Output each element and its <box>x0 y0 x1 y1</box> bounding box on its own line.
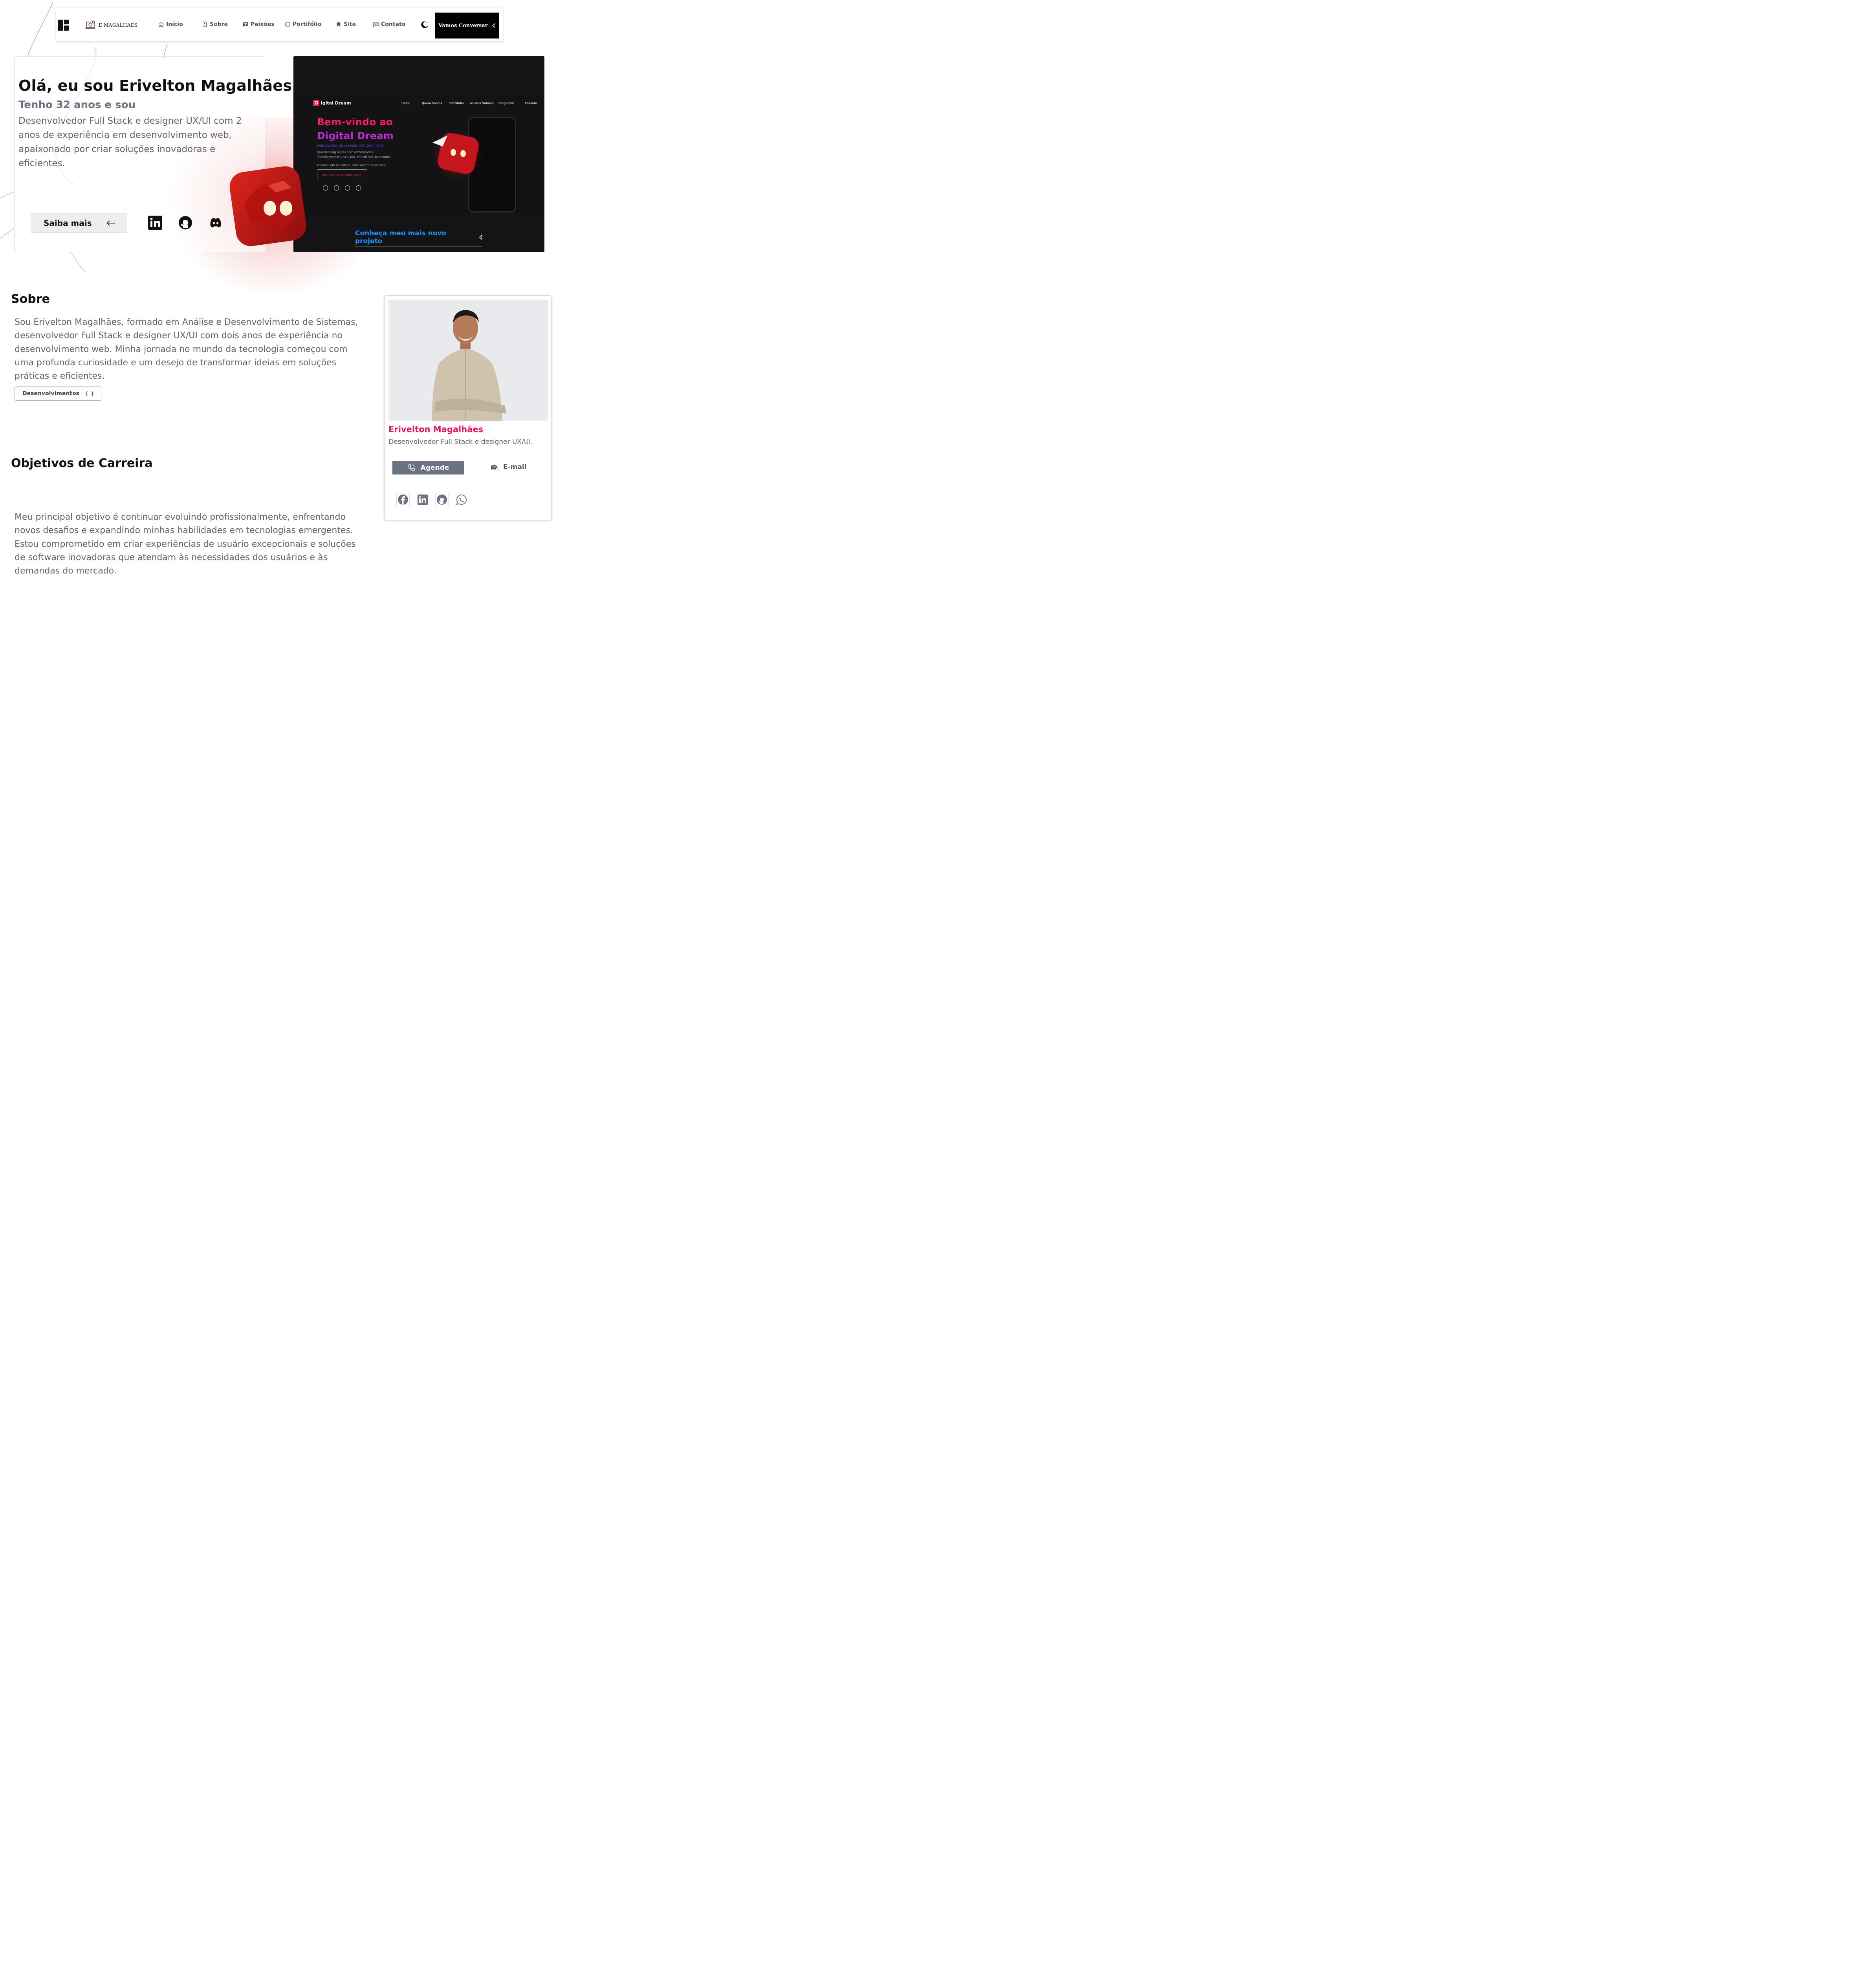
objetivos-text: Meu principal objetivo é continuar evolu… <box>15 512 356 576</box>
phone-icon <box>408 464 415 471</box>
sobre-text: Sou Erivelton Magalhães, formado em Anál… <box>15 317 358 381</box>
laptop-logo-icon <box>85 20 95 29</box>
project-nav-link: Home <box>401 102 410 105</box>
profile-name: Erivelton Magalhães <box>388 425 484 434</box>
nav-item-inicio[interactable]: Início <box>158 21 183 27</box>
tag-label: Desenvolvimentos <box>22 390 80 397</box>
email-button[interactable]: E-mail <box>491 463 527 471</box>
nav-item-paixoes[interactable]: Paixões <box>243 21 275 27</box>
files-icon <box>285 22 289 27</box>
project-nav-link: Quem Somos <box>422 102 442 105</box>
brand-name: E MAGALHAES <box>99 22 138 28</box>
bookmarks-icon <box>337 22 341 27</box>
threads-icon <box>356 185 361 191</box>
discord-3d-icon <box>432 129 483 180</box>
whatsapp-button[interactable] <box>455 493 468 506</box>
nav-label: Contato <box>381 21 406 27</box>
project-text: Focando em qualidade, crescimento e vend… <box>317 163 386 167</box>
hero-title: Olá, eu sou Erivelton Magalhães <box>18 77 292 94</box>
nav-item-portifolio[interactable]: Portifólio <box>285 21 321 27</box>
sobre-title: Sobre <box>11 292 50 306</box>
project-nav-link: Contato <box>525 102 537 105</box>
project-orcamento-button: Faça seu Orçamento gratis! <box>317 169 367 180</box>
saiba-mais-button[interactable]: Saiba mais <box>31 213 127 233</box>
profile-photo <box>388 300 548 421</box>
email-label: E-mail <box>503 463 527 471</box>
hero-description: Desenvolvedor Full Stack e designer UX/U… <box>18 116 242 169</box>
project-nav-link: Nossos Valores <box>470 102 494 105</box>
caret-left-icon <box>479 235 482 240</box>
whatsapp-icon <box>323 185 328 191</box>
top-navbar: E MAGALHAES Início Sobre Paixões Portifó… <box>56 8 503 42</box>
discord-icon[interactable] <box>208 215 223 230</box>
braces-icon: { } <box>85 391 94 396</box>
project-text: Transformamos o seu site, em um imã de c… <box>317 155 392 159</box>
saiba-mais-label: Saiba mais <box>44 218 92 228</box>
project-text: Criar landing pages bem estruturadas? <box>317 150 375 154</box>
brand-logo[interactable]: E MAGALHAES <box>85 20 137 30</box>
digital-dream-logo: D igital Dream <box>313 100 351 106</box>
cta-label: Vamos Conversar <box>438 22 488 29</box>
moon-stars-icon[interactable] <box>420 20 429 29</box>
hero-card: Olá, eu sou Erivelton Magalhães Tenho 32… <box>14 56 292 252</box>
profile-icon <box>203 22 207 27</box>
agende-button[interactable]: Agende <box>392 461 464 475</box>
conheca-projeto-button[interactable]: Conheça meu mais novo projeto <box>355 228 483 247</box>
linkedin-button[interactable] <box>416 493 429 506</box>
github-button[interactable] <box>435 493 449 506</box>
project-nav-link: Portifólio <box>449 102 464 105</box>
nav-item-sobre[interactable]: Sobre <box>202 21 228 27</box>
project-social-icons <box>323 185 361 191</box>
chat-heart-icon <box>243 22 248 27</box>
facebook-button[interactable] <box>396 493 410 506</box>
desenvolvimentos-button[interactable]: Desenvolvimentos { } <box>15 387 101 401</box>
profile-card: Erivelton Magalhães Desenvolvedor Full S… <box>384 295 551 520</box>
nav-item-contato[interactable]: Contato <box>373 21 405 27</box>
layout-grid-icon[interactable] <box>58 19 70 31</box>
arrow-left-icon <box>106 220 115 226</box>
linkedin-icon[interactable] <box>148 215 163 230</box>
project-preview: D igital Dream Home Quem Somos Portifóli… <box>293 56 544 252</box>
linkedin-icon <box>334 185 339 191</box>
project-nav-link: Perguntas <box>498 102 515 105</box>
envelope-icon <box>491 464 498 470</box>
nav-label: Portifólio <box>293 21 322 27</box>
project-tagline: PRECISANDO DE UM WEB DESIGNER PARA <box>317 144 384 148</box>
home-icon <box>159 22 163 27</box>
instagram-icon <box>345 185 350 191</box>
project-headline: Bem-vindo ao Digital Dream <box>317 116 394 141</box>
vamos-conversar-button[interactable]: Vamos Conversar <box>435 13 499 38</box>
hero-subtitle: Tenho 32 anos e sou <box>18 99 136 111</box>
facebook-icon <box>398 495 408 505</box>
github-icon[interactable] <box>178 215 193 230</box>
github-icon <box>437 495 447 505</box>
nav-label: Site <box>344 21 356 27</box>
nav-label: Sobre <box>210 21 228 27</box>
linkedin-icon <box>418 495 428 505</box>
objetivos-title: Objetivos de Carreira <box>11 456 153 470</box>
caret-left-icon <box>492 23 495 28</box>
discord-3d-icon <box>229 166 306 246</box>
nav-label: Paixões <box>251 21 275 27</box>
nav-label: Início <box>166 21 183 27</box>
message-icon <box>373 22 379 27</box>
project-screenshot[interactable]: D igital Dream Home Quem Somos Portifóli… <box>293 95 544 213</box>
agende-label: Agende <box>420 464 449 472</box>
nav-item-site[interactable]: Site <box>336 21 356 27</box>
project-cta-label: Conheça meu mais novo projeto <box>355 229 447 245</box>
whatsapp-icon <box>456 494 467 505</box>
profile-role: Desenvolvedor Full Stack e designer UX/U… <box>388 438 533 446</box>
person-illustration <box>432 310 506 421</box>
